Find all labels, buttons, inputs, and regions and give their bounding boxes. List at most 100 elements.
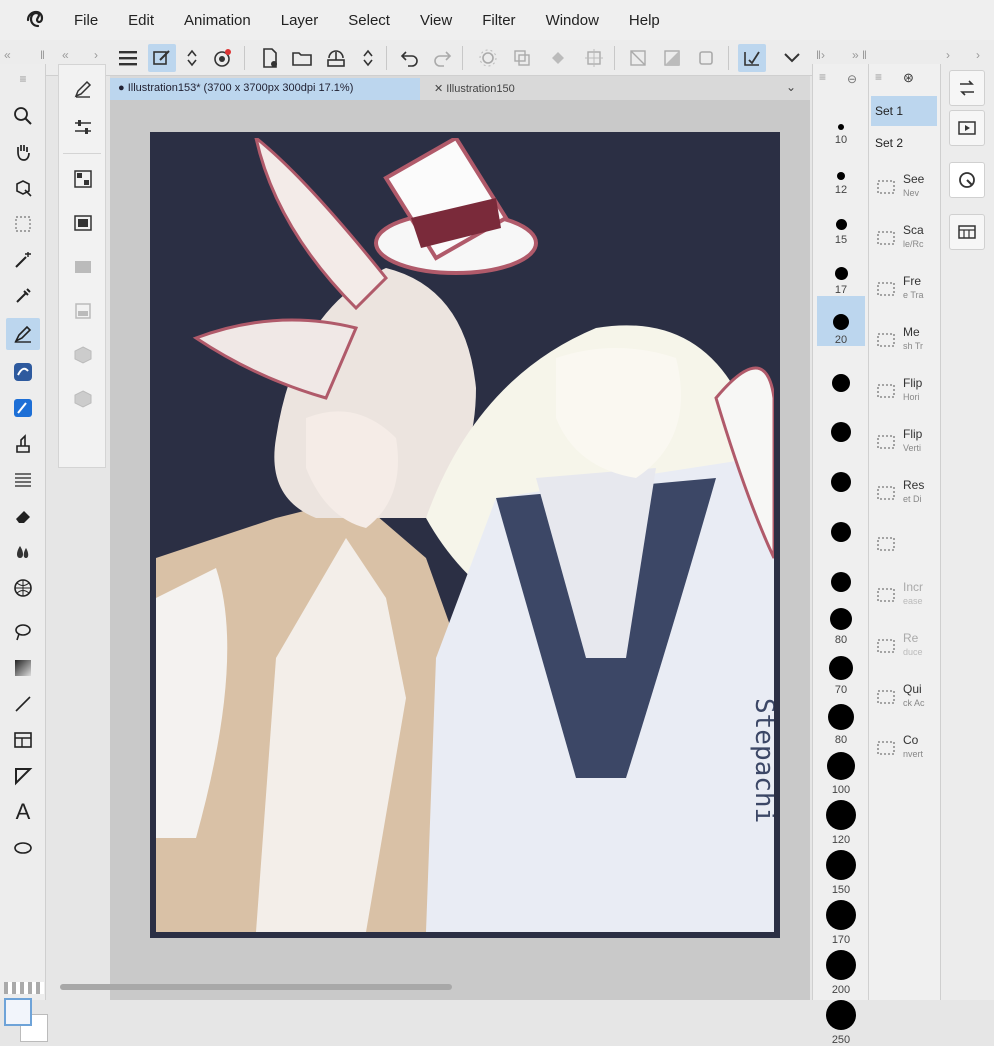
auto-action-item[interactable]: Me sh Tr	[871, 319, 937, 369]
panel-menu-icon[interactable]: ≡	[875, 70, 882, 84]
film-icon[interactable]	[69, 209, 97, 237]
menu-window[interactable]: Window	[546, 12, 599, 29]
auto-action-item[interactable]: Incr ease	[871, 574, 937, 624]
zoom-tool-icon[interactable]	[6, 100, 40, 132]
brush-size-item[interactable]: 20	[817, 296, 865, 346]
line-tool-icon[interactable]	[6, 688, 40, 720]
layer-dim-icon[interactable]	[69, 297, 97, 325]
panel-grip-icon[interactable]: ‖›	[816, 48, 825, 62]
brush-size-item[interactable]	[817, 496, 865, 546]
hatching-tool-icon[interactable]	[6, 464, 40, 496]
set-item-2[interactable]: Set 2	[871, 128, 937, 158]
fill-half-dim-icon[interactable]	[658, 44, 686, 72]
collapse-left-icon[interactable]: «	[4, 48, 11, 62]
save-icon[interactable]	[322, 44, 350, 72]
edit-layer-icon[interactable]	[148, 44, 176, 72]
brush-size-item[interactable]: 150	[817, 846, 865, 896]
horizontal-scrollbar[interactable]	[60, 984, 452, 990]
gradient-icon[interactable]	[6, 652, 40, 684]
undo-icon[interactable]	[396, 44, 424, 72]
brush-size-item[interactable]: 200	[817, 946, 865, 996]
auto-action-item[interactable]: Sca le/Rc	[871, 217, 937, 267]
brush-size-item[interactable]: 120	[817, 796, 865, 846]
up-down-stepper-icon[interactable]	[178, 44, 206, 72]
transform-swap-icon[interactable]	[949, 70, 985, 106]
menu-animation[interactable]: Animation	[184, 12, 251, 29]
expand-right-icon[interactable]: ›	[94, 48, 98, 62]
auto-action-item[interactable]: Flip Hori	[871, 370, 937, 420]
stack-dim-icon[interactable]	[69, 253, 97, 281]
eraser-icon[interactable]	[6, 500, 40, 532]
check-layer-icon[interactable]	[738, 44, 766, 72]
balloon-tool-icon[interactable]	[6, 760, 40, 792]
artwork-canvas[interactable]: Stepachi	[150, 132, 780, 938]
decoration-tool-icon[interactable]	[6, 428, 40, 460]
auto-action-item[interactable]: Fre e Tra	[871, 268, 937, 318]
quick-access-icon[interactable]	[949, 162, 985, 198]
auto-action-item[interactable]: Co nvert	[871, 727, 937, 777]
sliders-icon[interactable]	[69, 113, 97, 141]
airbrush-icon[interactable]	[6, 356, 40, 388]
gear-dim-icon[interactable]	[474, 44, 502, 72]
pen-sub-tool-icon[interactable]	[69, 75, 97, 103]
auto-action-item[interactable]: Re duce	[871, 625, 937, 675]
eyedropper-icon[interactable]	[6, 280, 40, 312]
tab-illustration153[interactable]: ● Illustration153* (3700 x 3700px 300dpi…	[110, 78, 420, 100]
brush-size-item[interactable]: 80	[817, 696, 865, 746]
foreground-color-swatch[interactable]	[4, 998, 32, 1026]
clear-dim-icon[interactable]	[624, 44, 652, 72]
auto-action-item[interactable]: Flip Verti	[871, 421, 937, 471]
animation-panel-icon[interactable]	[949, 110, 985, 146]
brush-size-item[interactable]	[817, 396, 865, 446]
transform-dim-icon[interactable]	[580, 44, 608, 72]
auto-action-item[interactable]	[871, 523, 937, 573]
menu-filter[interactable]: Filter	[482, 12, 515, 29]
collapse-right-2-icon[interactable]: ›	[946, 48, 950, 62]
new-file-icon[interactable]	[256, 44, 284, 72]
set-item-1[interactable]: Set 1	[871, 96, 937, 126]
menu-edit[interactable]: Edit	[128, 12, 154, 29]
selection-tool-icon[interactable]	[6, 208, 40, 240]
brush-size-item[interactable]: 100	[817, 746, 865, 796]
menu-help[interactable]: Help	[629, 12, 660, 29]
menu-file[interactable]: File	[74, 12, 98, 29]
collapse-left-2-icon[interactable]: «	[62, 48, 69, 62]
layer-property-icon[interactable]	[949, 214, 985, 250]
brush-size-item[interactable]	[817, 446, 865, 496]
ellipse-tool-icon[interactable]	[6, 832, 40, 864]
hamburger-menu-icon[interactable]	[114, 44, 142, 72]
expand-icon[interactable]: ›	[976, 48, 980, 62]
search-icon[interactable]: ⊛	[903, 70, 914, 86]
tab-illustration150[interactable]: ✕ Illustration150	[426, 78, 542, 100]
brush-size-item[interactable]: 17	[817, 246, 865, 296]
panel-grip-icon[interactable]: ‖	[40, 48, 45, 62]
grid-tool-icon[interactable]	[6, 572, 40, 604]
transparent-color-swatch[interactable]	[4, 982, 44, 994]
hand-tool-icon[interactable]	[6, 136, 40, 168]
brush-size-item[interactable]: 15	[817, 196, 865, 246]
open-folder-icon[interactable]	[288, 44, 316, 72]
blend-tool-icon[interactable]	[6, 536, 40, 568]
magic-wand-icon[interactable]	[6, 244, 40, 276]
text-tool-icon[interactable]: A	[6, 796, 40, 828]
cube-dim-icon[interactable]	[69, 341, 97, 369]
square-dim-icon[interactable]	[692, 44, 720, 72]
frame-tool-icon[interactable]	[6, 724, 40, 756]
brush-size-item[interactable]: 10	[817, 96, 865, 146]
brush-size-item[interactable]: 70	[817, 646, 865, 696]
brush-size-item[interactable]	[817, 346, 865, 396]
link-icon[interactable]: ⊖	[847, 72, 857, 86]
auto-action-item[interactable]: Res et Di	[871, 472, 937, 522]
brush-size-item[interactable]: 80	[817, 596, 865, 646]
layer-thumbnail-icon[interactable]	[69, 165, 97, 193]
brush-size-item[interactable]	[817, 546, 865, 596]
record-icon[interactable]	[208, 44, 236, 72]
fill-dim-icon[interactable]	[544, 44, 572, 72]
brush-size-item[interactable]: 250	[817, 996, 865, 1046]
copy-dim-icon[interactable]	[508, 44, 536, 72]
brush-tool-icon[interactable]	[6, 392, 40, 424]
menu-select[interactable]: Select	[348, 12, 390, 29]
collapse-right-icon[interactable]: » ‖	[852, 48, 867, 62]
redo-icon[interactable]	[428, 44, 456, 72]
auto-action-item[interactable]: Qui ck Ac	[871, 676, 937, 726]
